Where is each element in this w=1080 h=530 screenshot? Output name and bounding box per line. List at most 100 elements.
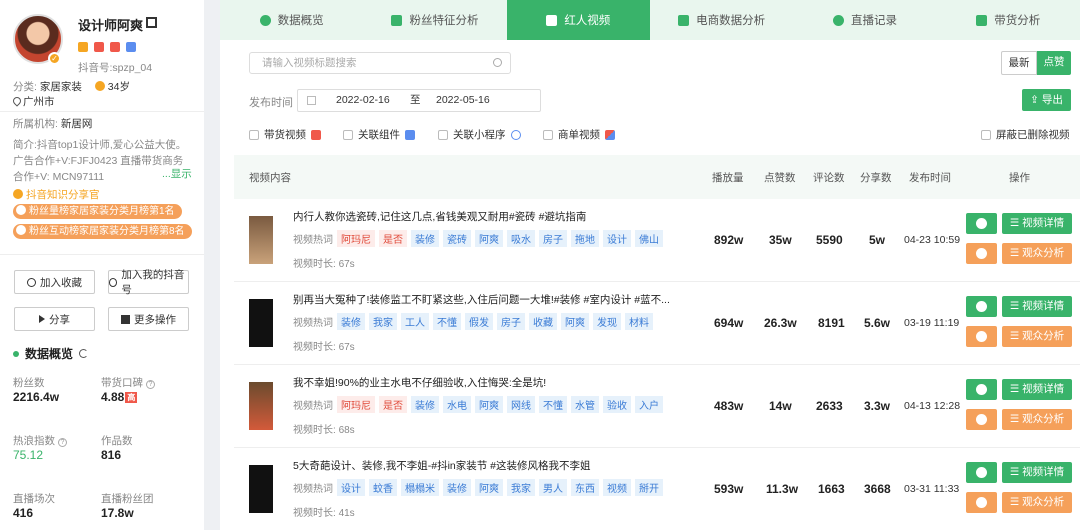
video-thumbnail[interactable] <box>249 299 273 347</box>
checkbox[interactable] <box>981 129 991 140</box>
publish-time: 03-19 11:19 <box>904 317 960 329</box>
filter-mini-program[interactable]: 关联小程序 <box>438 127 521 142</box>
audience-analysis-button[interactable]: ☰ 观众分析 <box>1002 492 1072 513</box>
component-icon <box>405 129 415 140</box>
play-icon <box>976 384 987 395</box>
keyword-tag: 男人 <box>539 479 567 496</box>
keyword-tag: 佛山 <box>635 230 663 247</box>
org-row: 所属机构: 新居网 <box>13 118 93 130</box>
video-title[interactable]: 内行人教你选瓷砖,记住这几点,省钱美观又耐用#瓷砖 #避坑指南 <box>293 209 683 224</box>
publish-time: 04-13 12:28 <box>904 400 961 412</box>
refresh-icon[interactable] <box>79 349 89 358</box>
export-icon: ⇪ <box>1030 94 1042 106</box>
column-header: 操作 <box>1009 172 1030 184</box>
tab-data-overview[interactable]: 数据概览 <box>220 0 363 40</box>
column-header[interactable]: 播放量 <box>712 170 744 185</box>
table-header <box>234 155 1080 199</box>
video-duration: 视频时长: 67s <box>293 259 355 270</box>
video-search-input[interactable]: 请输入视频标题搜索 <box>249 52 511 74</box>
filter-component[interactable]: 关联组件 <box>343 127 415 142</box>
video-title[interactable]: 我不幸姐!90%的业主水电不仔细验收,入住悔哭:全是坑! <box>293 375 683 390</box>
tab-fan-analysis[interactable]: 粉丝特征分析 <box>363 0 506 40</box>
tab-sales-analysis[interactable]: 带货分析 <box>937 0 1080 40</box>
tab-ecommerce[interactable]: 电商数据分析 <box>650 0 793 40</box>
column-header[interactable]: 发布时间 <box>909 170 951 185</box>
tab-influencer-videos[interactable]: 红人视频 <box>506 0 650 40</box>
video-duration: 视频时长: 68s <box>293 425 355 436</box>
stat-value: 816 <box>101 448 122 462</box>
video-detail-button[interactable]: ☰ 视频详情 <box>1002 296 1072 317</box>
play-button[interactable] <box>966 213 997 234</box>
sort-likes-button[interactable]: 点赞 <box>1037 51 1071 75</box>
date-start: 2022-02-16 <box>336 94 390 106</box>
video-title[interactable]: 5大奇葩设计、装修,我不李姐-#抖in家装节 #这装修风格我不李姐 <box>293 458 683 473</box>
video-icon <box>94 42 104 52</box>
keyword-tag: 我家 <box>369 313 397 330</box>
hide-deleted-filter[interactable]: 屏蔽已删除视频 <box>981 127 1070 142</box>
video-detail-button[interactable]: ☰ 视频详情 <box>1002 379 1072 400</box>
sort-latest-button[interactable]: 最新 <box>1001 51 1037 75</box>
shares-value: 3668 <box>864 482 891 496</box>
video-detail-button[interactable]: ☰ 视频详情 <box>1002 462 1072 483</box>
add-favorite-button[interactable]: 加入收藏 <box>14 270 95 294</box>
checkbox[interactable] <box>249 129 259 140</box>
shop-icon <box>78 42 88 52</box>
keyword-tag: 我家 <box>507 479 535 496</box>
keyword-tag: 装修 <box>411 396 439 413</box>
stat-label: 作品数 <box>101 435 133 447</box>
video-thumbnail[interactable] <box>249 216 273 264</box>
video-thumbnail[interactable] <box>249 382 273 430</box>
help-icon[interactable]: ? <box>146 380 155 389</box>
column-header[interactable]: 分享数 <box>860 170 892 185</box>
add-my-account-button[interactable]: 加入我的抖音号 <box>108 269 189 296</box>
favorite-video-button[interactable] <box>966 326 997 347</box>
clock-icon <box>832 14 844 26</box>
rank-badge: 粉丝互动榜家居家装分类月榜第8名 <box>13 224 192 239</box>
column-header[interactable]: 评论数 <box>813 170 845 185</box>
video-keywords: 视频热词 装修 我家 工人 不懂 假发 房子 收藏 阿爽 发现 材料 <box>293 313 653 330</box>
qr-code-icon[interactable] <box>146 17 157 28</box>
checkbox[interactable] <box>343 129 353 140</box>
share-button[interactable]: 分享 <box>14 307 95 331</box>
audience-analysis-button[interactable]: ☰ 观众分析 <box>1002 409 1072 430</box>
favorite-video-button[interactable] <box>966 243 997 264</box>
keyword-tag: 阿爽 <box>475 396 503 413</box>
video-thumbnail[interactable] <box>249 465 273 513</box>
dot-icon <box>13 351 19 357</box>
date-end: 2022-05-16 <box>436 94 490 106</box>
play-button[interactable] <box>966 379 997 400</box>
keyword-tag: 不懂 <box>539 396 567 413</box>
filter-sales-video[interactable]: 带货视频 <box>249 127 321 142</box>
checkbox[interactable] <box>543 129 553 140</box>
honor-label: 抖音知识分享官 <box>13 187 100 202</box>
column-header[interactable]: 点赞数 <box>764 170 796 185</box>
keyword-tag: 设计 <box>603 230 631 247</box>
tab-live-records[interactable]: 直播记录 <box>793 0 936 40</box>
profile-name: 设计师阿爽 <box>78 18 144 33</box>
date-label: 发布时间 <box>249 97 293 109</box>
video-title[interactable]: 别再当大冤种了!装修监工不盯紧这些,入住后问题一大堆!#装修 #室内设计 #蓝不… <box>293 292 683 307</box>
cart-icon <box>311 129 321 140</box>
audience-analysis-button[interactable]: ☰ 观众分析 <box>1002 243 1072 264</box>
keyword-tag: 阿爽 <box>475 230 503 247</box>
help-icon[interactable]: ? <box>58 438 67 447</box>
video-detail-button[interactable]: ☰ 视频详情 <box>1002 213 1072 234</box>
keyword-tag: 拖地 <box>571 230 599 247</box>
audience-analysis-button[interactable]: ☰ 观众分析 <box>1002 326 1072 347</box>
favorite-video-button[interactable] <box>966 492 997 513</box>
more-operations-button[interactable]: 更多操作 <box>108 307 189 331</box>
video-keywords: 视频热词 阿玛尼 是否 装修 瓷砖 阿爽 吸水 房子 拖地 设计 佛山 <box>293 230 663 247</box>
filter-business-video[interactable]: 商单视频 <box>543 127 615 142</box>
export-button[interactable]: ⇪ 导出 <box>1022 89 1071 111</box>
favorite-video-button[interactable] <box>966 409 997 430</box>
checkbox[interactable] <box>438 129 448 140</box>
search-icon[interactable] <box>493 58 502 67</box>
profile-sidebar: ✓ 设计师阿爽 抖音号:spzp_04 分类: 家居家装 34岁 广州市 所属机… <box>0 0 204 530</box>
video-keywords: 视频热词 阿玛尼 是否 装修 水电 阿爽 网线 不懂 水管 验收 入户 <box>293 396 663 413</box>
crown-icon <box>110 42 120 52</box>
date-range-picker[interactable]: 2022-02-16 至 2022-05-16 <box>297 89 541 112</box>
play-button[interactable] <box>966 296 997 317</box>
video-camera-icon <box>546 14 558 26</box>
play-button[interactable] <box>966 462 997 483</box>
show-more-link[interactable]: ...显示 <box>162 166 192 181</box>
